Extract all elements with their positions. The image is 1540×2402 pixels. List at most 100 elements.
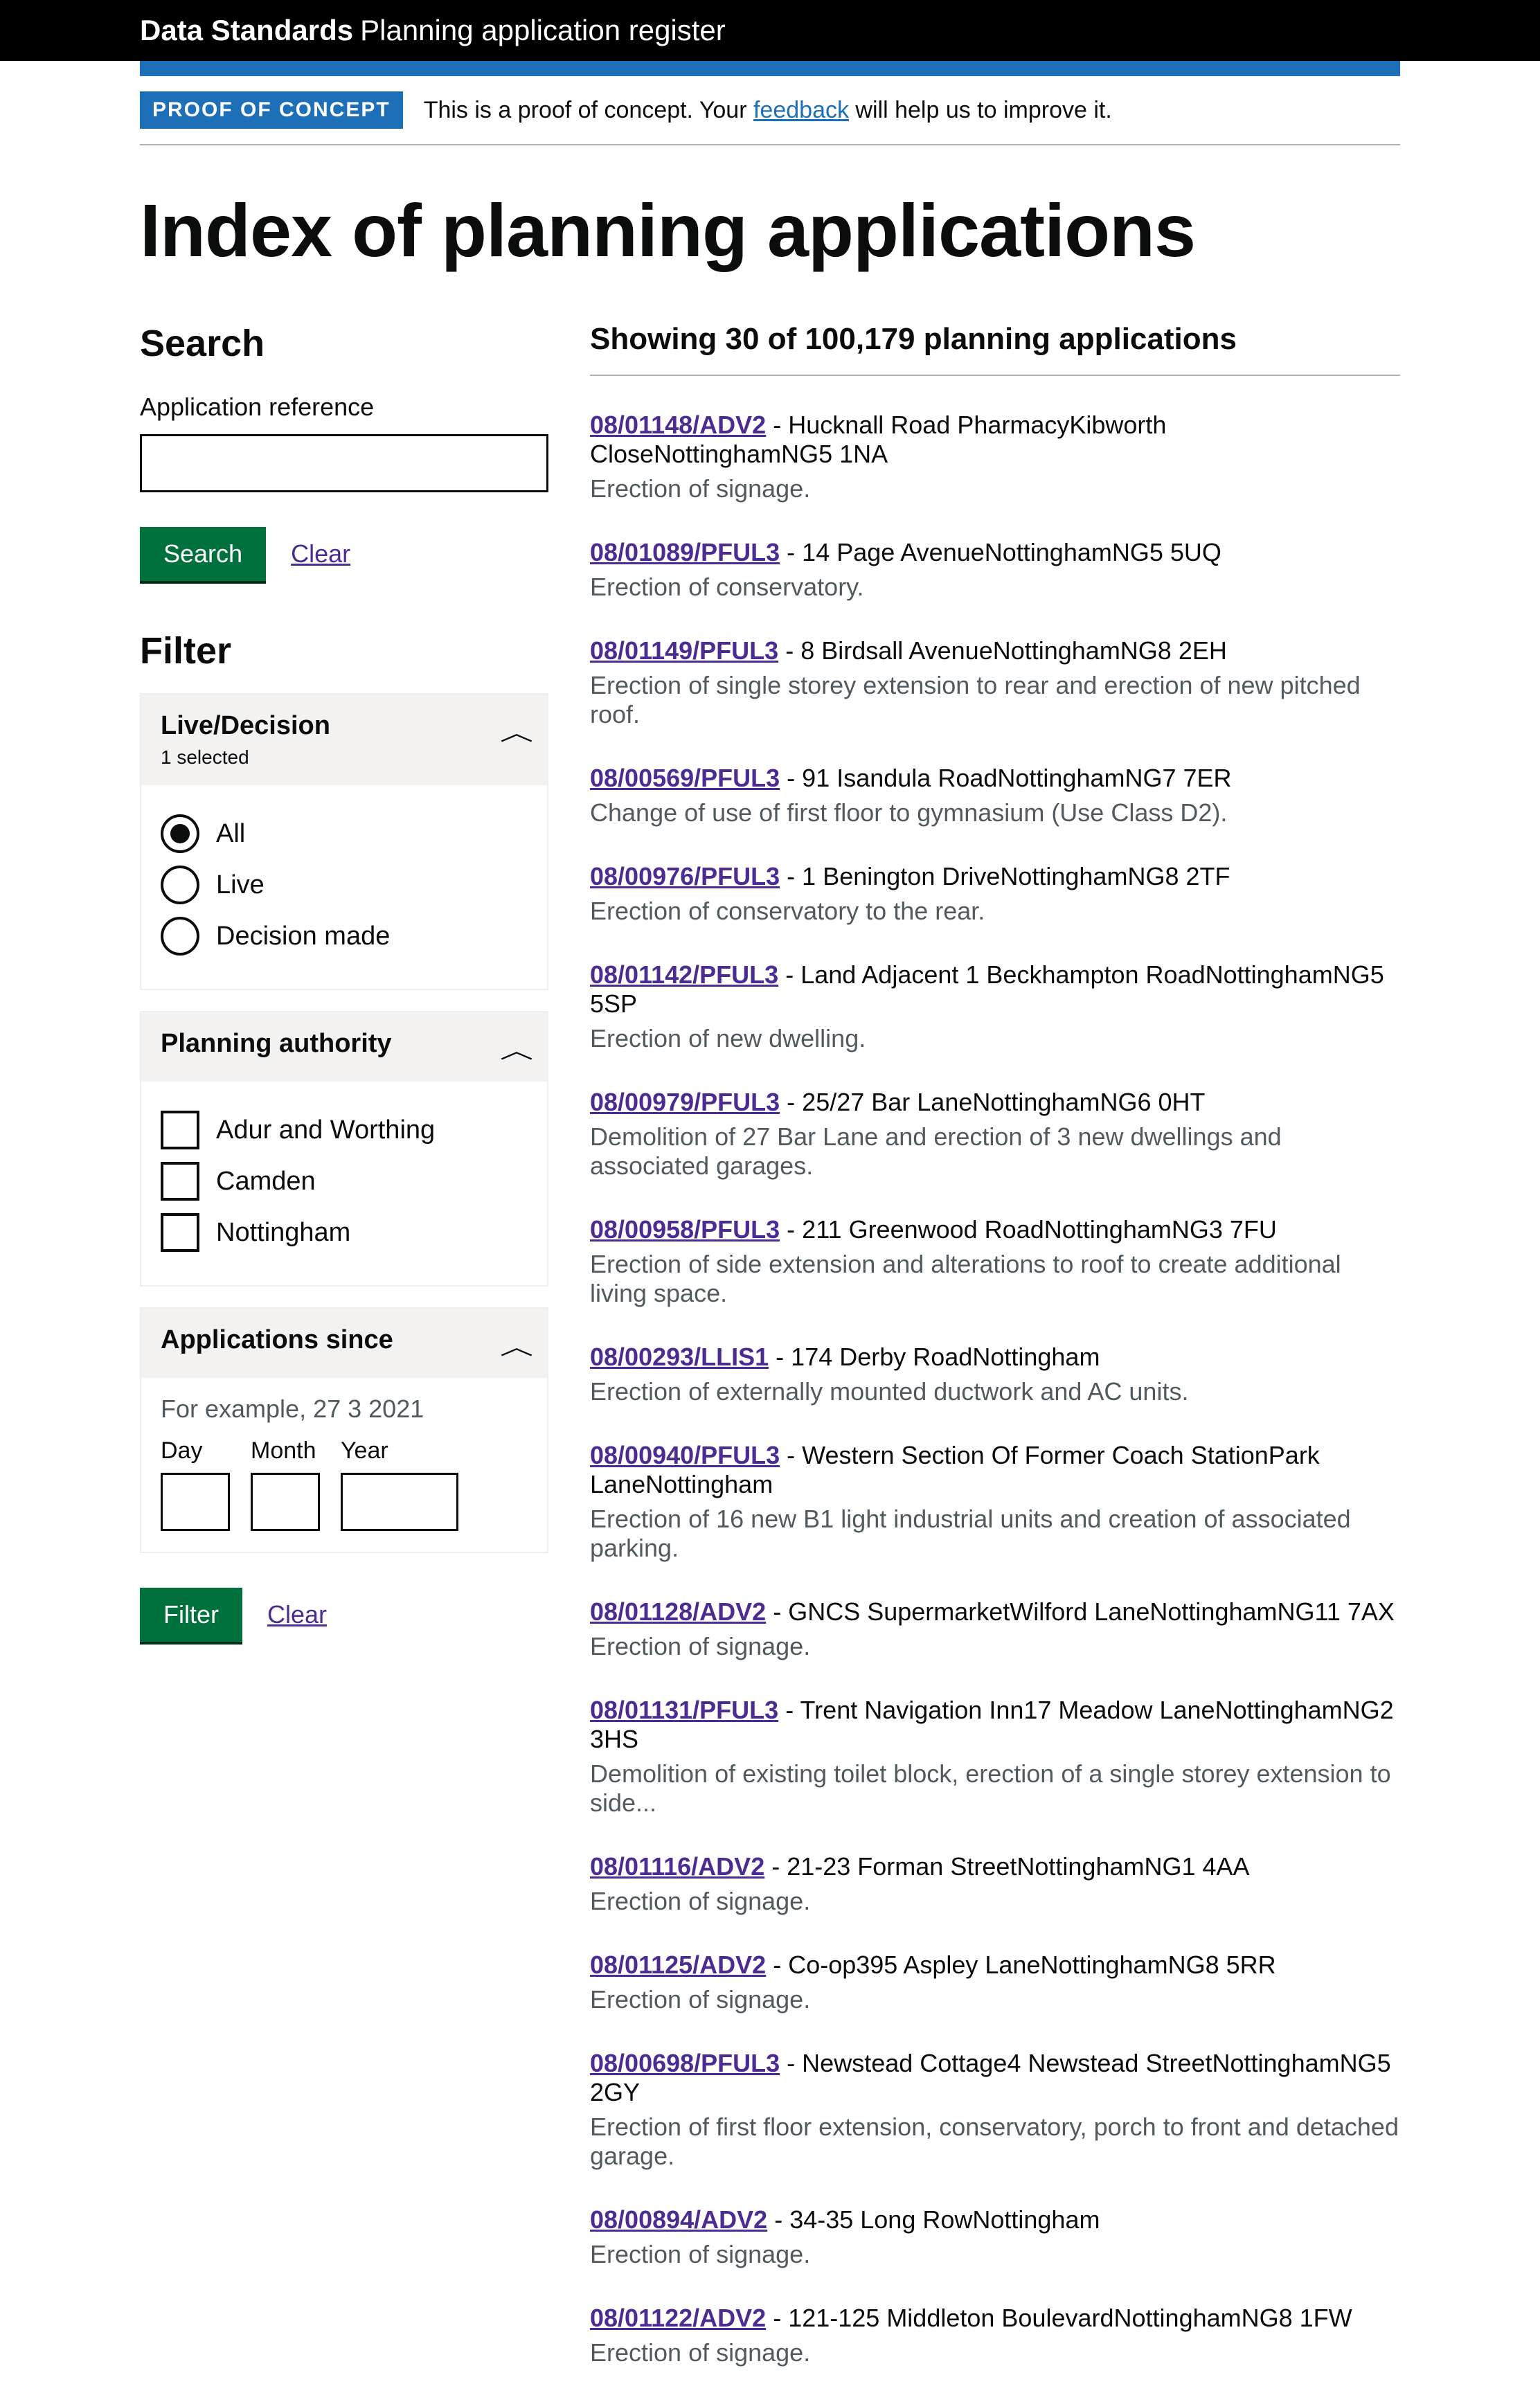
- result-item: 08/00698/PFUL3 - Newstead Cottage4 Newst…: [590, 2049, 1400, 2171]
- result-ref-link[interactable]: 08/00293/LLIS1: [590, 1343, 769, 1371]
- notice-suffix: will help us to improve it.: [849, 97, 1112, 123]
- facet-since-title: Applications since: [161, 1325, 393, 1355]
- result-ref-link[interactable]: 08/00940/PFUL3: [590, 1441, 780, 1469]
- result-description: Change of use of first floor to gymnasiu…: [590, 798, 1400, 827]
- header-bar: Data Standards Planning application regi…: [0, 0, 1540, 61]
- result-description: Erection of signage.: [590, 2240, 1400, 2269]
- result-separator: -: [766, 411, 788, 439]
- result-ref-link[interactable]: 08/00569/PFUL3: [590, 764, 780, 792]
- search-button[interactable]: Search: [140, 527, 266, 581]
- date-year-input[interactable]: [341, 1473, 458, 1531]
- result-separator: -: [764, 1852, 787, 1881]
- search-heading: Search: [140, 322, 548, 365]
- result-item: 08/01142/PFUL3 - Land Adjacent 1 Beckham…: [590, 960, 1400, 1053]
- result-item: 08/01131/PFUL3 - Trent Navigation Inn17 …: [590, 1696, 1400, 1818]
- facet-since-toggle[interactable]: Applications since ︿: [141, 1309, 547, 1378]
- result-description: Erection of single storey extension to r…: [590, 671, 1400, 729]
- result-description: Demolition of existing toilet block, ere…: [590, 1759, 1400, 1818]
- result-item: 08/01125/ADV2 - Co-op395 Aspley LaneNott…: [590, 1951, 1400, 2014]
- checkbox-camden[interactable]: [161, 1162, 199, 1201]
- result-separator: -: [780, 1088, 802, 1116]
- search-label: Application reference: [140, 393, 548, 422]
- result-ref-link[interactable]: 08/00958/PFUL3: [590, 1215, 780, 1244]
- checkbox-camden-label[interactable]: Camden: [216, 1167, 316, 1196]
- results-list: 08/01148/ADV2 - Hucknall Road PharmacyKi…: [590, 411, 1400, 2367]
- checkbox-nottingham-label[interactable]: Nottingham: [216, 1218, 350, 1248]
- filter-clear-link[interactable]: Clear: [267, 1600, 327, 1629]
- checkbox-adur[interactable]: [161, 1111, 199, 1149]
- result-separator: -: [780, 1215, 802, 1244]
- result-ref-link[interactable]: 08/01122/ADV2: [590, 2304, 766, 2332]
- result-ref-link[interactable]: 08/00979/PFUL3: [590, 1088, 780, 1116]
- result-description: Erection of conservatory.: [590, 573, 1400, 602]
- result-description: Erection of 16 new B1 light industrial u…: [590, 1505, 1400, 1563]
- result-separator: -: [766, 1951, 788, 1979]
- result-item: 08/01148/ADV2 - Hucknall Road PharmacyKi…: [590, 411, 1400, 503]
- page-title: Index of planning applications: [140, 187, 1400, 274]
- result-ref-link[interactable]: 08/01149/PFUL3: [590, 636, 778, 665]
- result-item: 08/01128/ADV2 - GNCS SupermarketWilford …: [590, 1597, 1400, 1661]
- result-address: 25/27 Bar LaneNottinghamNG6 0HT: [802, 1088, 1205, 1116]
- radio-all-label[interactable]: All: [216, 819, 245, 849]
- radio-decided-label[interactable]: Decision made: [216, 922, 390, 951]
- facet-live-decision-toggle[interactable]: Live/Decision 1 selected ︿: [141, 694, 547, 785]
- result-item: 08/01116/ADV2 - 21-23 Forman StreetNotti…: [590, 1852, 1400, 1916]
- result-description: Erection of signage.: [590, 474, 1400, 503]
- result-ref-link[interactable]: 08/01142/PFUL3: [590, 960, 778, 989]
- notice-banner: PROOF OF CONCEPT This is a proof of conc…: [140, 76, 1400, 145]
- result-address: 211 Greenwood RoadNottinghamNG3 7FU: [802, 1215, 1277, 1244]
- result-address: 34-35 Long RowNottingham: [789, 2205, 1100, 2234]
- radio-decided[interactable]: [161, 917, 199, 956]
- feedback-link[interactable]: feedback: [753, 97, 849, 123]
- result-address: 14 Page AvenueNottinghamNG5 5UQ: [802, 538, 1221, 566]
- result-ref-link[interactable]: 08/01131/PFUL3: [590, 1696, 778, 1724]
- result-ref-link[interactable]: 08/00976/PFUL3: [590, 862, 780, 890]
- date-month-label: Month: [251, 1437, 320, 1464]
- date-month-input[interactable]: [251, 1473, 320, 1531]
- radio-all[interactable]: [161, 814, 199, 853]
- filter-button[interactable]: Filter: [140, 1588, 242, 1642]
- brand-bold[interactable]: Data Standards: [140, 14, 353, 46]
- facet-live-decision-title: Live/Decision: [161, 711, 330, 741]
- result-ref-link[interactable]: 08/01148/ADV2: [590, 411, 766, 439]
- result-ref-link[interactable]: 08/01116/ADV2: [590, 1852, 764, 1881]
- date-day-input[interactable]: [161, 1473, 230, 1531]
- checkbox-nottingham[interactable]: [161, 1213, 199, 1252]
- date-hint: For example, 27 3 2021: [161, 1395, 528, 1424]
- facet-live-decision-subtitle: 1 selected: [161, 746, 330, 769]
- notice-text: This is a proof of concept. Your feedbac…: [424, 97, 1112, 124]
- result-description: Erection of side extension and alteratio…: [590, 1250, 1400, 1308]
- result-ref-link[interactable]: 08/00698/PFUL3: [590, 2049, 780, 2077]
- result-address: 174 Derby RoadNottingham: [791, 1343, 1100, 1371]
- result-separator: -: [780, 2049, 802, 2077]
- result-ref-link[interactable]: 08/01125/ADV2: [590, 1951, 766, 1979]
- results-heading: Showing 30 of 100,179 planning applicati…: [590, 322, 1400, 357]
- filter-heading: Filter: [140, 629, 548, 672]
- result-separator: -: [778, 1696, 800, 1724]
- result-separator: -: [778, 636, 800, 665]
- result-address: 91 Isandula RoadNottinghamNG7 7ER: [802, 764, 1231, 792]
- result-ref-link[interactable]: 08/01128/ADV2: [590, 1597, 766, 1626]
- result-separator: -: [769, 1343, 791, 1371]
- checkbox-adur-label[interactable]: Adur and Worthing: [216, 1115, 435, 1145]
- result-description: Erection of signage.: [590, 1887, 1400, 1916]
- radio-live[interactable]: [161, 866, 199, 904]
- facet-authority-toggle[interactable]: Planning authority ︿: [141, 1012, 547, 1082]
- result-ref-link[interactable]: 08/01089/PFUL3: [590, 538, 780, 566]
- result-address: 121-125 Middleton BoulevardNottinghamNG8…: [788, 2304, 1352, 2332]
- date-year-label: Year: [341, 1437, 458, 1464]
- poc-badge: PROOF OF CONCEPT: [140, 91, 403, 129]
- result-address: 1 Benington DriveNottinghamNG8 2TF: [802, 862, 1230, 890]
- application-reference-input[interactable]: [140, 434, 548, 492]
- facet-since: Applications since ︿ For example, 27 3 2…: [140, 1307, 548, 1553]
- date-day-label: Day: [161, 1437, 230, 1464]
- result-item: 08/00940/PFUL3 - Western Section Of Form…: [590, 1441, 1400, 1563]
- radio-live-label[interactable]: Live: [216, 870, 265, 900]
- search-clear-link[interactable]: Clear: [291, 539, 350, 568]
- facet-authority: Planning authority ︿ Adur and Worthing C…: [140, 1011, 548, 1287]
- result-address: GNCS SupermarketWilford LaneNottinghamNG…: [788, 1597, 1395, 1626]
- result-separator: -: [780, 1441, 802, 1469]
- result-separator: -: [766, 1597, 788, 1626]
- results-divider: [590, 375, 1400, 376]
- result-ref-link[interactable]: 08/00894/ADV2: [590, 2205, 767, 2234]
